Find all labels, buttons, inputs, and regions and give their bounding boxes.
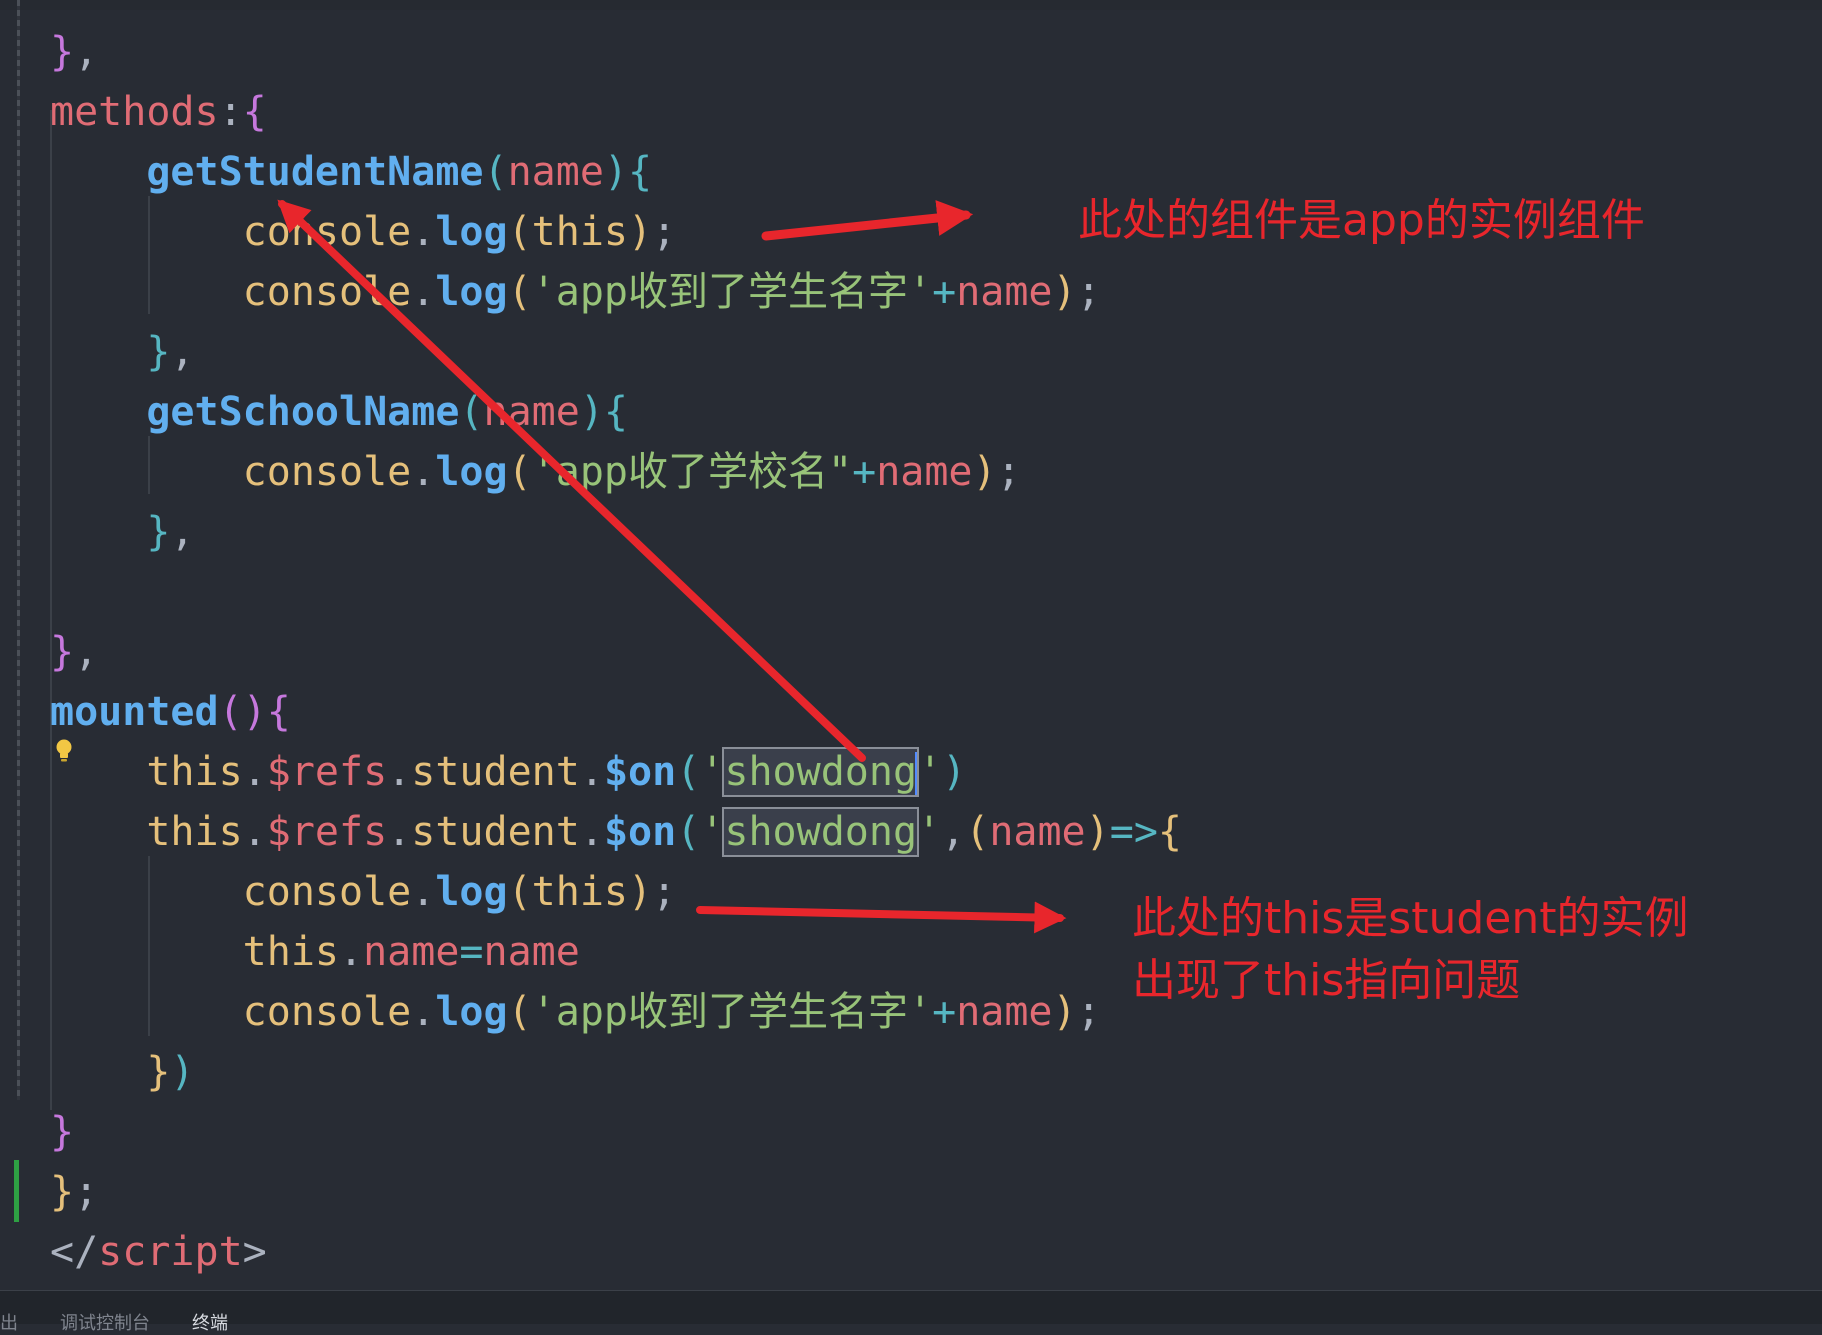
tab-debug-console[interactable]: 调试控制台 — [60, 1309, 150, 1335]
annotation-component-note: 此处的组件是app的实例组件 — [1078, 195, 1645, 246]
arrow-to-this-note — [696, 901, 1067, 934]
annotation-this-note-line2: 出现了this指向问题 — [1132, 955, 1521, 1006]
tab-terminal[interactable]: 终端 — [192, 1309, 228, 1335]
tab-output[interactable]: 出 — [0, 1309, 18, 1335]
code-editor[interactable]: }, methods:{ getStudentName(name){ consol… — [0, 0, 1822, 1290]
annotation-this-note-line1: 此处的this是student的实例 — [1132, 893, 1689, 944]
arrow-to-component-note — [761, 200, 974, 241]
arrow-to-getstudentname — [277, 199, 866, 762]
bottom-panel-tabs: 出 调试控制台 终端 — [0, 1290, 1822, 1334]
